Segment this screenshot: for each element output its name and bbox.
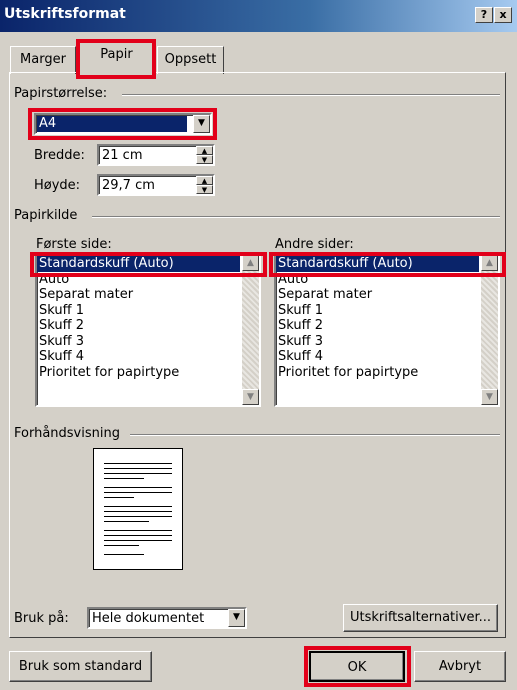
width-field[interactable]: 21 cm ▲ ▼ — [97, 144, 215, 166]
preview-line — [104, 511, 172, 512]
other-pages-items: Standardskuff (Auto) Auto Separat mater … — [276, 256, 479, 380]
list-item[interactable]: Prioritet for papirtype — [37, 365, 240, 381]
preview-label: Forhåndsvisning — [14, 426, 120, 441]
spin-up-icon[interactable]: ▲ — [196, 176, 213, 185]
list-item[interactable]: Skuff 2 — [37, 318, 240, 334]
spin-down-icon[interactable]: ▼ — [196, 185, 213, 194]
preview-line — [104, 521, 149, 522]
list-item[interactable]: Auto — [37, 272, 240, 288]
scroll-down-icon[interactable]: ▼ — [242, 389, 259, 405]
list-item[interactable]: Standardskuff (Auto) — [276, 256, 479, 272]
paper-source-label: Papirkilde — [14, 208, 78, 223]
list-item[interactable]: Skuff 1 — [276, 303, 479, 319]
cancel-button[interactable]: Avbryt — [414, 651, 506, 682]
ok-button[interactable]: OK — [309, 651, 405, 682]
list-item[interactable]: Skuff 4 — [276, 349, 479, 365]
list-item[interactable]: Auto — [276, 272, 479, 288]
preview-line — [104, 516, 172, 517]
apply-to-label: Bruk på: — [14, 611, 69, 626]
width-value: 21 cm — [102, 148, 143, 163]
list-item[interactable]: Skuff 1 — [37, 303, 240, 319]
list-item[interactable]: Skuff 3 — [276, 334, 479, 350]
width-label: Bredde: — [34, 148, 85, 163]
preview-line — [104, 463, 172, 464]
chevron-down-icon[interactable]: ▼ — [228, 609, 245, 627]
other-pages-label: Andre sider: — [275, 237, 354, 252]
paper-size-label: Papirstørrelse: — [14, 86, 108, 101]
apply-to-select[interactable]: Hele dokumentet ▼ — [87, 607, 247, 629]
divider — [92, 216, 500, 218]
list-item[interactable]: Separat mater — [276, 287, 479, 303]
preview-line — [104, 478, 144, 479]
spin-up-icon[interactable]: ▲ — [196, 146, 213, 155]
preview-line — [104, 468, 172, 469]
preview-line — [104, 554, 144, 555]
first-page-items: Standardskuff (Auto) Auto Separat mater … — [37, 256, 240, 380]
spin-down-icon[interactable]: ▼ — [196, 155, 213, 164]
width-stepper[interactable]: ▲ ▼ — [196, 146, 213, 164]
first-page-label: Første side: — [36, 237, 112, 252]
help-button[interactable]: ? — [475, 7, 493, 23]
set-default-button[interactable]: Bruk som standard — [9, 651, 152, 682]
print-options-button[interactable]: Utskriftsalternativer... — [343, 604, 498, 632]
preview-line — [104, 545, 139, 546]
height-label: Høyde: — [34, 178, 81, 193]
divider — [122, 94, 500, 96]
preview-line — [104, 540, 172, 541]
page-preview — [93, 448, 183, 570]
height-stepper[interactable]: ▲ ▼ — [196, 176, 213, 194]
scroll-down-icon[interactable]: ▼ — [481, 389, 498, 405]
scroll-up-icon[interactable]: ▲ — [481, 255, 498, 271]
tab-marger[interactable]: Marger — [10, 46, 76, 74]
paper-size-value: A4 — [37, 116, 187, 132]
tab-oppsett[interactable]: Oppsett — [157, 46, 224, 74]
close-button[interactable]: x — [494, 7, 512, 23]
list-item[interactable]: Standardskuff (Auto) — [37, 256, 240, 272]
preview-line — [104, 487, 172, 488]
preview-line — [104, 506, 172, 507]
preview-line — [104, 492, 172, 493]
paper-size-select[interactable]: A4 ▼ — [34, 113, 212, 135]
apply-to-value: Hele dokumentet — [92, 611, 205, 626]
scrollbar[interactable]: ▲ ▼ — [481, 255, 498, 405]
scroll-up-icon[interactable]: ▲ — [242, 255, 259, 271]
scrollbar[interactable]: ▲ ▼ — [242, 255, 259, 405]
height-field[interactable]: 29,7 cm ▲ ▼ — [97, 174, 215, 196]
preview-line — [104, 497, 134, 498]
first-page-list[interactable]: Standardskuff (Auto) Auto Separat mater … — [35, 253, 261, 407]
window-title: Utskriftsformat — [4, 6, 126, 22]
preview-line — [104, 530, 172, 531]
preview-line — [104, 473, 172, 474]
list-item[interactable]: Skuff 3 — [37, 334, 240, 350]
other-pages-list[interactable]: Standardskuff (Auto) Auto Separat mater … — [274, 253, 500, 407]
chevron-down-icon[interactable]: ▼ — [193, 115, 210, 133]
list-item[interactable]: Skuff 4 — [37, 349, 240, 365]
tab-papir[interactable]: Papir — [77, 41, 156, 74]
height-value: 29,7 cm — [102, 178, 155, 193]
list-item[interactable]: Prioritet for papirtype — [276, 365, 479, 381]
list-item[interactable]: Separat mater — [37, 287, 240, 303]
preview-line — [104, 535, 172, 536]
list-item[interactable]: Skuff 2 — [276, 318, 479, 334]
divider — [130, 434, 500, 436]
